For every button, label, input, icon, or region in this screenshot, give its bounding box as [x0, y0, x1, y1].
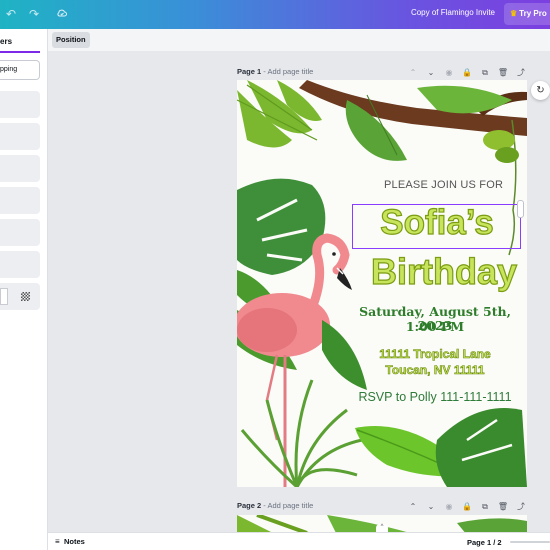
invite-rsvp-text[interactable]: RSVP to Polly 111-111-1111: [352, 390, 518, 404]
invite-address-line-2[interactable]: Toucan, NV 11111: [360, 363, 510, 378]
trash-icon[interactable]: 🗑: [497, 502, 509, 511]
invite-event-text[interactable]: Birthday: [362, 250, 526, 294]
active-tab-indicator: [0, 51, 40, 53]
grouping-button[interactable]: pping: [0, 60, 40, 80]
layer-row[interactable]: [0, 123, 40, 150]
layer-row[interactable]: [0, 91, 40, 118]
move-up-icon[interactable]: ⌃: [407, 502, 419, 511]
left-side-panel: ers pping: [0, 29, 48, 550]
context-toolbar: Position: [48, 29, 550, 51]
invite-intro-text[interactable]: PLEASE JOIN US FOR: [384, 179, 514, 191]
move-down-icon[interactable]: ⌄: [425, 502, 437, 511]
color-swatch[interactable]: [0, 288, 8, 305]
page-label: Page 2: [237, 501, 262, 510]
notes-label: Notes: [64, 537, 85, 546]
page-actions: ⌃ ⌄ ◉ 🔒 ⧉ 🗑 ⤴: [401, 501, 527, 512]
add-page-icon[interactable]: ⤴: [515, 67, 527, 78]
duplicate-icon[interactable]: ⧉: [479, 68, 491, 78]
crown-icon: ♛: [510, 9, 518, 18]
try-pro-button[interactable]: ♛ Try Pro: [504, 3, 550, 25]
selection-box: [352, 204, 521, 249]
page-label: Page 1: [237, 67, 262, 76]
invite-address-line-1[interactable]: 11111 Tropical Lane: [360, 347, 510, 362]
invite-time-text[interactable]: 1:00 PM: [349, 320, 521, 334]
try-pro-label: Try Pro: [519, 9, 547, 18]
notes-button[interactable]: ≡ Notes: [55, 537, 85, 546]
zoom-slider[interactable]: [510, 541, 550, 543]
page-title-input[interactable]: Add page title: [267, 501, 313, 510]
undo-icon[interactable]: ↶: [4, 7, 18, 21]
panel-tab-layers[interactable]: ers: [0, 37, 12, 46]
page-1-header: Page 1 - Add page title ⌃ ⌄ ◉ 🔒 ⧉ 🗑 ⤴: [237, 67, 527, 81]
document-title[interactable]: Copy of Flamingo Invite: [411, 8, 495, 17]
refresh-icon[interactable]: ↻: [531, 81, 550, 100]
layer-row[interactable]: [0, 251, 40, 278]
layer-row[interactable]: [0, 187, 40, 214]
layer-row[interactable]: [0, 219, 40, 246]
page-actions: ⌃ ⌄ ◉ 🔒 ⧉ 🗑 ⤴: [401, 67, 527, 78]
notes-icon: ≡: [55, 537, 60, 546]
footer-bar: ≡ Notes Page 1 / 2: [48, 532, 550, 550]
move-up-icon[interactable]: ⌃: [407, 68, 419, 77]
page-2-header: Page 2 - Add page title ⌃ ⌄ ◉ 🔒 ⧉ 🗑 ⤴: [237, 501, 527, 515]
trash-icon[interactable]: 🗑: [497, 68, 509, 77]
move-down-icon[interactable]: ⌄: [425, 68, 437, 77]
duplicate-icon[interactable]: ⧉: [479, 502, 491, 512]
page-title-input[interactable]: Add page title: [267, 67, 313, 76]
resize-handle[interactable]: [517, 200, 524, 218]
transparency-icon[interactable]: [21, 292, 30, 301]
layer-row[interactable]: [0, 155, 40, 182]
hide-icon[interactable]: ◉: [443, 502, 455, 511]
redo-icon[interactable]: ↷: [27, 7, 41, 21]
lock-icon[interactable]: 🔒: [461, 68, 473, 77]
top-bar: ↶ ↷ Copy of Flamingo Invite ♛ Try Pro: [0, 0, 550, 29]
cloud-saved-icon[interactable]: [55, 7, 69, 21]
page-indicator[interactable]: Page 1 / 2: [467, 538, 502, 547]
lock-icon[interactable]: 🔒: [461, 502, 473, 511]
position-button[interactable]: Position: [52, 32, 90, 48]
chevron-up-icon[interactable]: ^: [376, 524, 388, 532]
layer-row-background[interactable]: [0, 283, 40, 310]
add-page-icon[interactable]: ⤴: [515, 501, 527, 512]
hide-icon[interactable]: ◉: [443, 68, 455, 77]
